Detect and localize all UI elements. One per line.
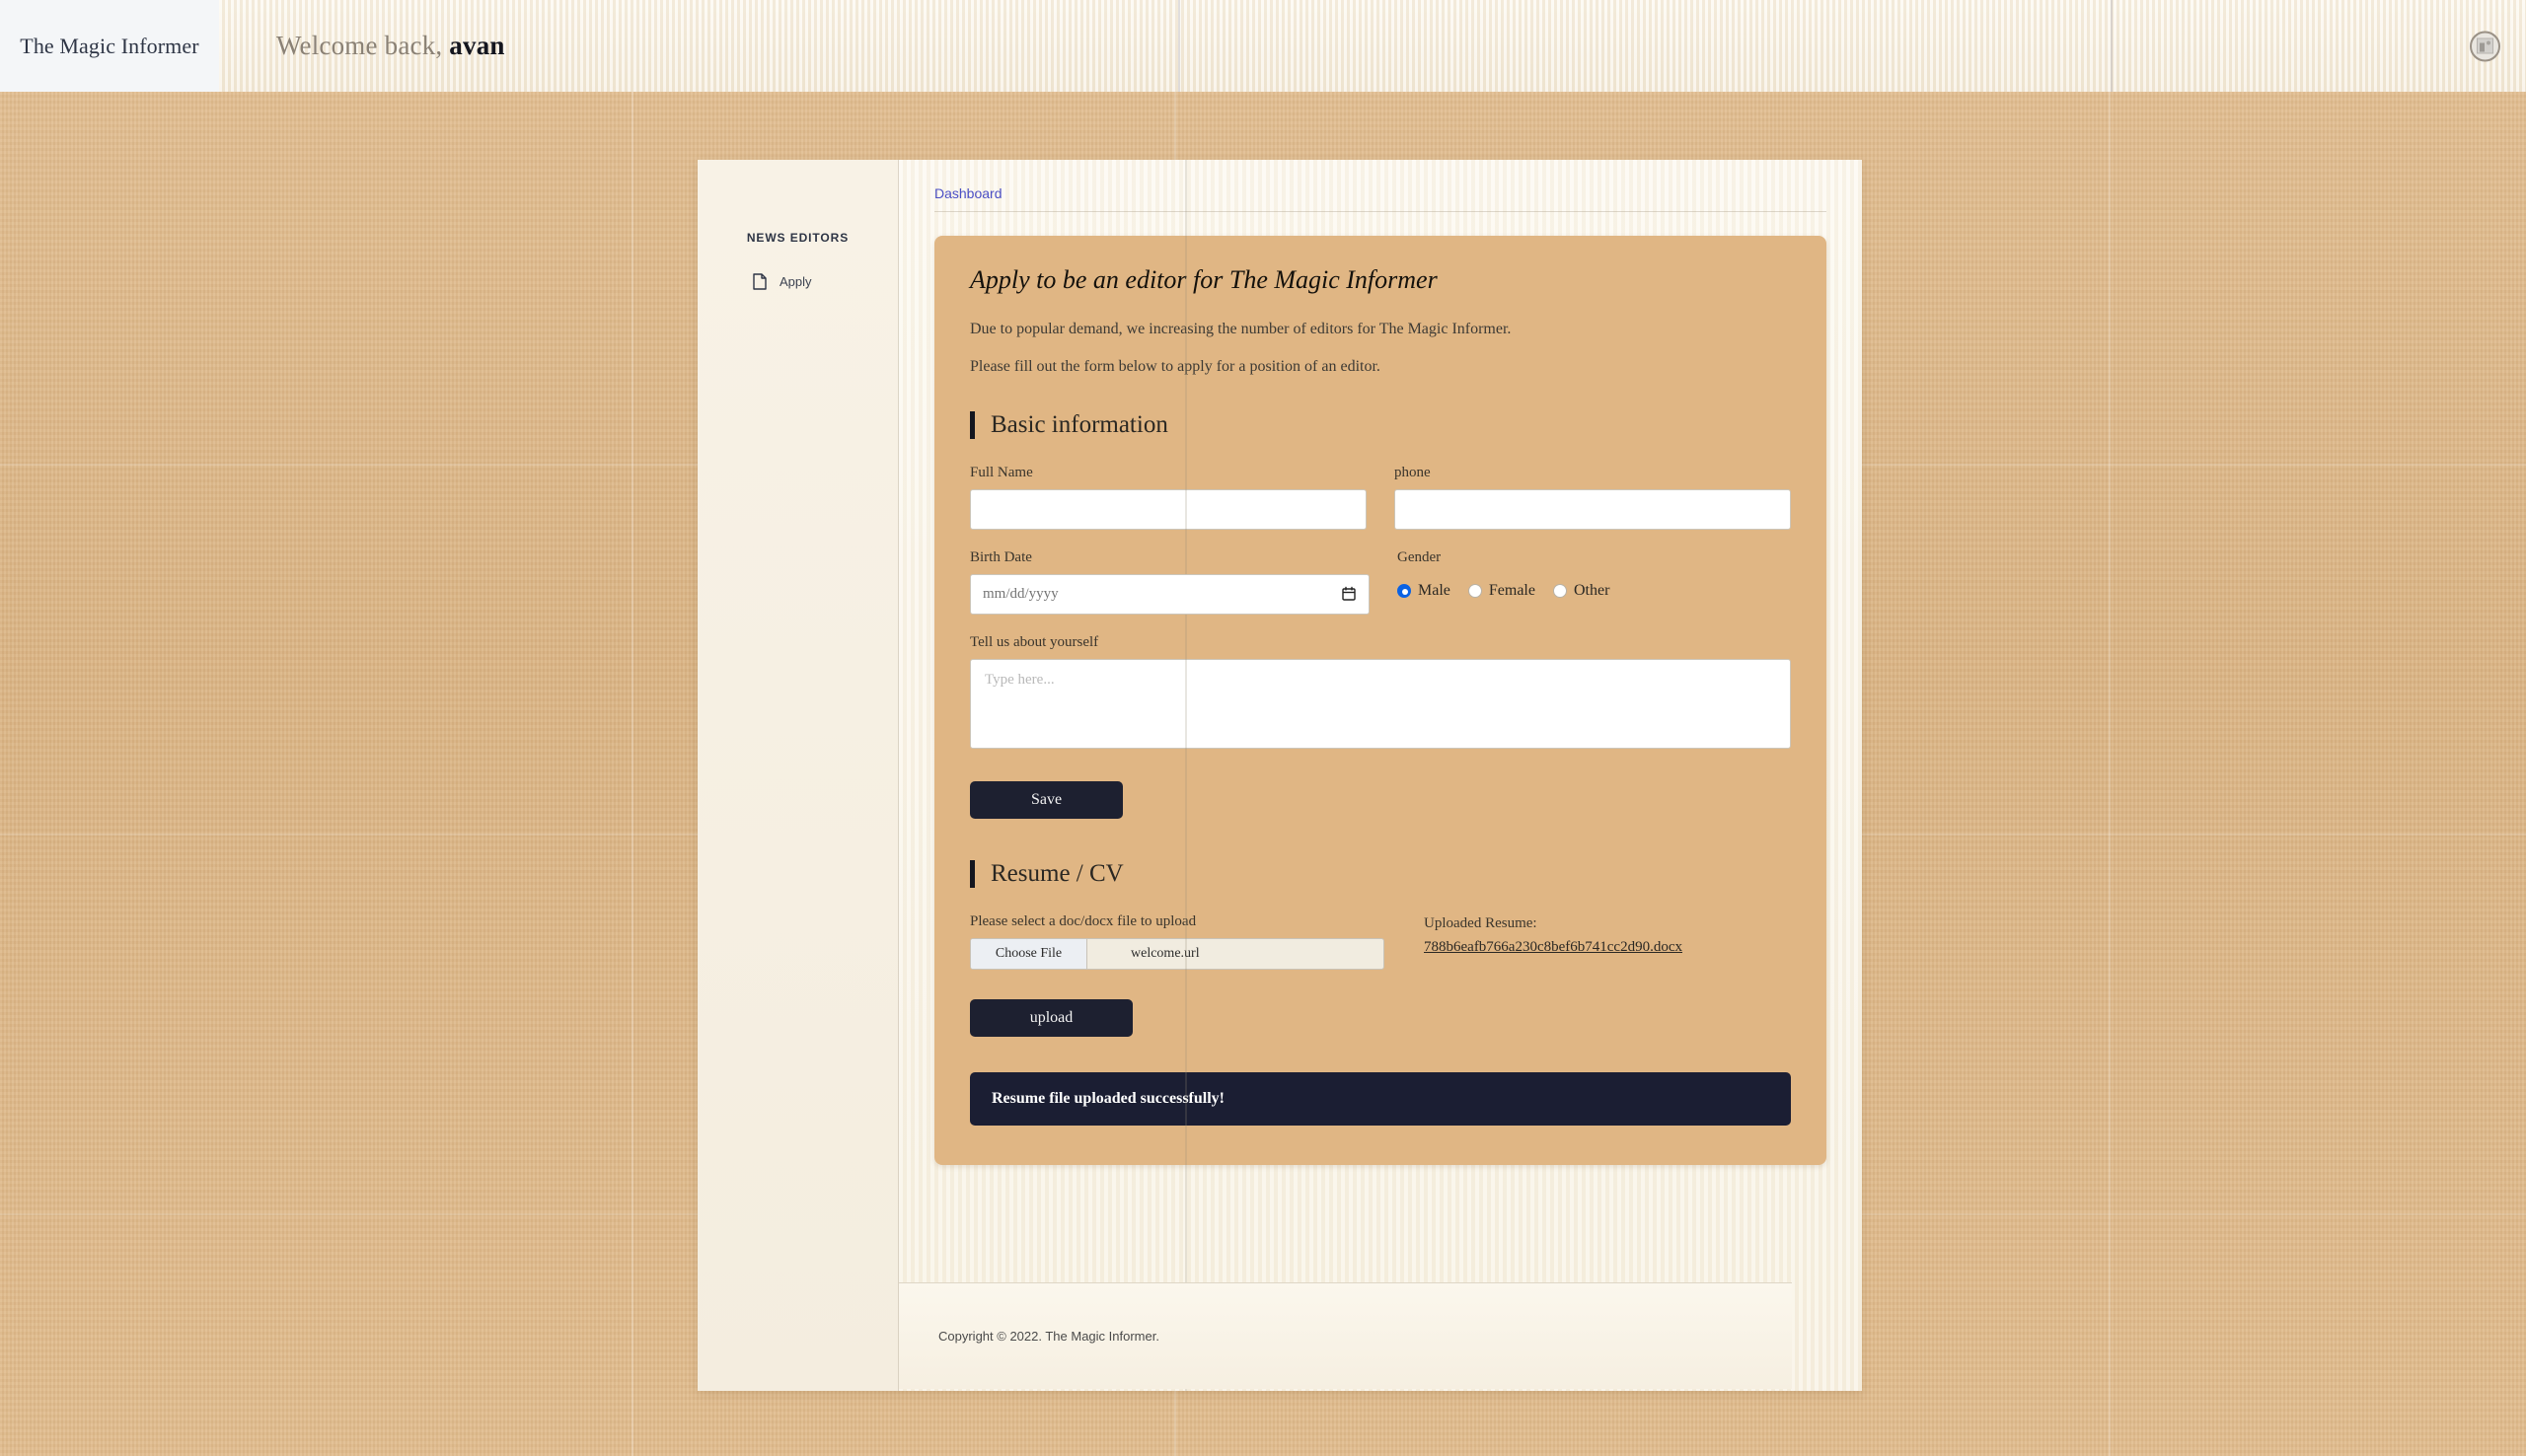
gender-group: Gender Male Female Other (1397, 549, 1791, 615)
brand-title[interactable]: The Magic Informer (0, 0, 219, 92)
save-button[interactable]: Save (970, 780, 1123, 819)
tab-dashboard[interactable]: Dashboard (934, 185, 1003, 201)
sidebar-section-title: NEWS EDITORS (746, 231, 850, 245)
content-area: Dashboard Apply to be an editor for The … (899, 160, 1862, 1391)
phone-group: phone (1394, 465, 1791, 530)
section-resume-cv: Resume / CV (970, 859, 1791, 888)
about-label: Tell us about yourself (970, 633, 1099, 650)
birthdate-gender-row: Birth Date mm/dd/yyyy Gender Male Female… (970, 549, 1791, 615)
chosen-file-name: welcome.url (1131, 945, 1200, 961)
name-phone-row: Full Name phone (970, 465, 1791, 530)
full-name-group: Full Name (970, 465, 1367, 530)
file-select-group: Please select a doc/docx file to upload … (970, 913, 1384, 970)
birth-date-label: Birth Date (970, 548, 1032, 565)
section-accent-bar (970, 859, 975, 888)
document-icon (753, 272, 767, 290)
footer: Copyright © 2022. The Magic Informer. (899, 1282, 1792, 1389)
top-bar-main: Welcome back, avan (219, 0, 2526, 92)
top-bar-seam (2111, 0, 2113, 92)
full-name-input[interactable] (970, 488, 1367, 530)
status-alert: Resume file uploaded successfully! (970, 1071, 1791, 1126)
app-shell: NEWS EDITORS Apply Dashboard Apply to be… (698, 160, 1862, 1391)
section-basic-information: Basic information (970, 410, 1791, 439)
footer-copyright: Copyright © 2022. The Magic Informer. (938, 1329, 1159, 1344)
sidebar: NEWS EDITORS Apply (698, 160, 899, 1391)
gender-label: Gender (1397, 548, 1442, 565)
radio-indicator-male[interactable] (1397, 583, 1411, 598)
sidebar-item-label: Apply (780, 273, 812, 289)
file-select-label: Please select a doc/docx file to upload (970, 912, 1197, 929)
gender-option-label: Other (1573, 581, 1610, 599)
about-group: Tell us about yourself (970, 634, 1791, 754)
background-seam (2109, 0, 2111, 1456)
birth-date-input[interactable] (970, 573, 1370, 615)
apply-form-card: Apply to be an editor for The Magic Info… (934, 236, 1826, 1165)
avatar[interactable] (2470, 31, 2500, 61)
phone-label: phone (1394, 464, 1431, 480)
upload-row: Please select a doc/docx file to upload … (970, 913, 1791, 970)
uploaded-resume-group: Uploaded Resume: 788b6eafb766a230c8bef6b… (1424, 913, 1682, 956)
birth-date-wrapper (970, 573, 1370, 615)
section-heading: Resume / CV (991, 859, 1124, 887)
welcome-username: avan (449, 31, 505, 60)
page-background: The Magic Informer Welcome back, avan NE… (0, 0, 2526, 1456)
description-line-2: Please fill out the form below to apply … (970, 357, 1380, 375)
content-seam (1185, 160, 1187, 1391)
description-line-1: Due to popular demand, we increasing the… (970, 321, 1512, 337)
page-title: Apply to be an editor for The Magic Info… (970, 265, 1438, 294)
top-bar: The Magic Informer Welcome back, avan (0, 0, 2526, 92)
broken-image-icon (2477, 37, 2493, 54)
radio-indicator-female[interactable] (1467, 583, 1482, 598)
radio-indicator-other[interactable] (1552, 583, 1567, 598)
gender-option-label: Female (1488, 581, 1535, 599)
choose-file-button[interactable]: Choose File (971, 938, 1087, 969)
full-name-label: Full Name (970, 464, 1033, 480)
file-input[interactable]: Choose File welcome.url (970, 937, 1384, 970)
section-heading: Basic information (991, 410, 1168, 438)
about-textarea[interactable] (970, 658, 1791, 749)
phone-input[interactable] (1394, 488, 1791, 530)
upload-button[interactable]: upload (970, 998, 1133, 1037)
sidebar-item-apply[interactable]: Apply (698, 266, 898, 296)
birth-date-group: Birth Date (970, 549, 1370, 615)
gender-option-label: Male (1418, 581, 1450, 599)
uploaded-resume-label: Uploaded Resume: (1424, 914, 1537, 931)
welcome-prefix: Welcome back, (276, 31, 450, 60)
breadcrumb: Dashboard (934, 160, 1826, 212)
welcome-message: Welcome back, avan (276, 31, 505, 61)
gender-option-other[interactable]: Other (1552, 581, 1610, 600)
uploaded-resume-link[interactable]: 788b6eafb766a230c8bef6b741cc2d90.docx (1424, 939, 1682, 955)
top-bar-seam (1178, 0, 1180, 92)
gender-option-male[interactable]: Male (1397, 582, 1450, 600)
background-seam (632, 0, 633, 1456)
section-accent-bar (970, 410, 975, 439)
gender-radio-group: Male Female Other (1397, 574, 1791, 600)
gender-option-female[interactable]: Female (1467, 581, 1535, 600)
